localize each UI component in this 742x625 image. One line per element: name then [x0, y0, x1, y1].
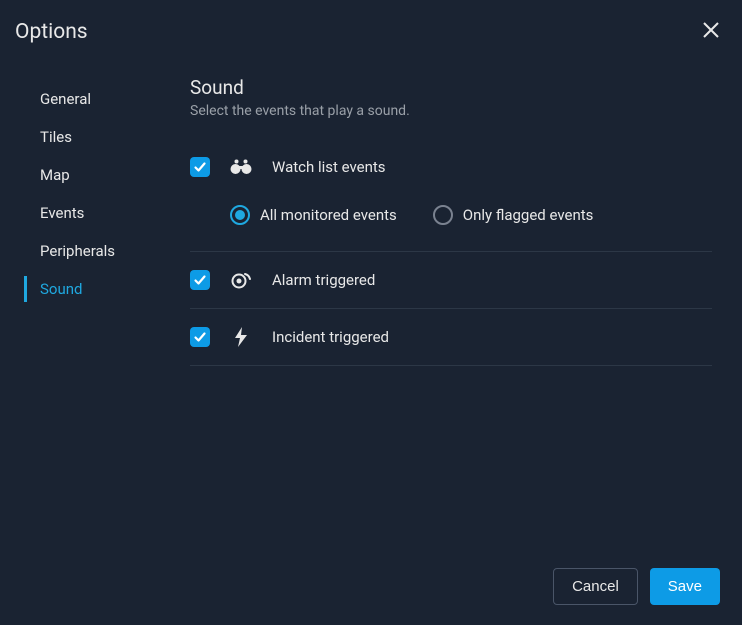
- radio-label-all: All monitored events: [260, 206, 397, 224]
- option-alarm: Alarm triggered: [190, 252, 712, 309]
- binoculars-icon: [230, 159, 252, 175]
- sidebar-item-general[interactable]: General: [0, 80, 188, 118]
- dialog-header: Options: [0, 0, 742, 64]
- checkbox-incident[interactable]: [190, 327, 210, 347]
- label-incident: Incident triggered: [272, 328, 389, 346]
- cancel-button[interactable]: Cancel: [553, 568, 638, 605]
- save-button[interactable]: Save: [650, 568, 720, 605]
- close-button[interactable]: [702, 21, 720, 43]
- radio-only-flagged[interactable]: Only flagged events: [433, 205, 594, 225]
- checkbox-alarm[interactable]: [190, 270, 210, 290]
- radio-indicator-flagged: [433, 205, 453, 225]
- section-title: Sound: [190, 76, 712, 99]
- alarm-icon: [230, 271, 252, 289]
- sidebar-nav: General Tiles Map Events Peripherals Sou…: [0, 76, 188, 366]
- dialog-footer: Cancel Save: [553, 568, 720, 605]
- option-incident: Incident triggered: [190, 309, 712, 366]
- option-watch-list: Watch list events All monitored events O…: [190, 157, 712, 252]
- sidebar-item-map[interactable]: Map: [0, 156, 188, 194]
- section-subtitle: Select the events that play a sound.: [190, 103, 712, 119]
- radio-all-monitored[interactable]: All monitored events: [230, 205, 397, 225]
- checkbox-watch-list[interactable]: [190, 157, 210, 177]
- content-area: Sound Select the events that play a soun…: [188, 76, 712, 366]
- sidebar-item-tiles[interactable]: Tiles: [0, 118, 188, 156]
- lightning-icon: [230, 327, 252, 347]
- sidebar-item-peripherals[interactable]: Peripherals: [0, 232, 188, 270]
- label-watch-list: Watch list events: [272, 158, 386, 176]
- dialog-title: Options: [15, 20, 88, 44]
- radio-indicator-all: [230, 205, 250, 225]
- sidebar-item-events[interactable]: Events: [0, 194, 188, 232]
- sidebar-item-sound[interactable]: Sound: [0, 270, 188, 308]
- radio-label-flagged: Only flagged events: [463, 206, 594, 224]
- label-alarm: Alarm triggered: [272, 271, 375, 289]
